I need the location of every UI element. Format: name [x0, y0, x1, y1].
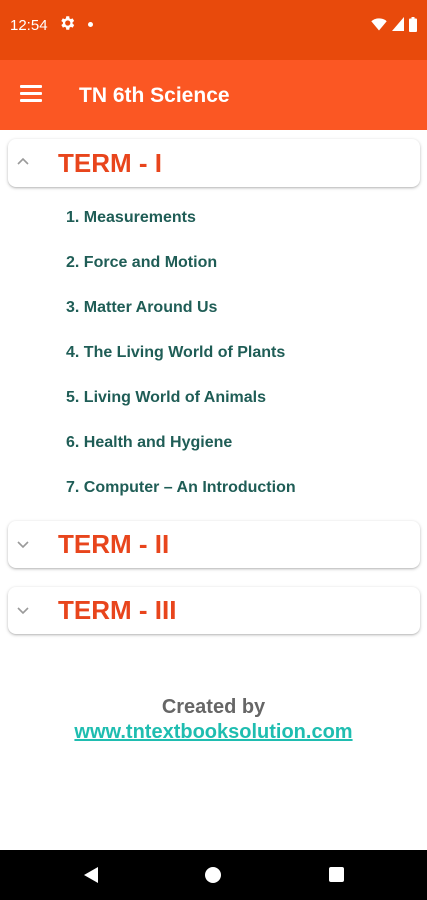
chapter-item[interactable]: 5. Living World of Animals [66, 385, 296, 430]
chevron-down-icon [17, 607, 29, 615]
notification-dot-icon [88, 22, 93, 27]
system-nav-bar [0, 850, 427, 900]
chapter-item[interactable]: 6. Health and Hygiene [66, 430, 296, 475]
back-icon[interactable] [83, 866, 99, 884]
term-3-header[interactable]: TERM - III [8, 587, 420, 634]
chevron-down-icon [17, 541, 29, 549]
status-time: 12:54 [10, 17, 48, 34]
term-2-title: TERM - II [58, 529, 170, 559]
chevron-up-icon [17, 157, 29, 165]
term-1-title: TERM - I [58, 148, 162, 178]
status-indicators [371, 16, 417, 32]
chapter-item[interactable]: 4. The Living World of Plants [66, 340, 296, 385]
chapter-item[interactable]: 2. Force and Motion [66, 250, 296, 295]
app-bar: TN 6th Science [0, 60, 427, 130]
recent-apps-icon[interactable] [329, 867, 344, 882]
home-icon[interactable] [205, 867, 221, 883]
cellular-signal-icon [392, 17, 404, 31]
term-2-header[interactable]: TERM - II [8, 521, 420, 568]
hamburger-menu-icon[interactable] [20, 85, 42, 103]
chapter-item[interactable]: 3. Matter Around Us [66, 295, 296, 340]
chapter-item[interactable]: 7. Computer – An Introduction [66, 475, 296, 520]
settings-gear-icon [61, 16, 75, 30]
app-title: TN 6th Science [79, 84, 230, 107]
term-1-chapter-list: 1. Measurements 2. Force and Motion 3. M… [66, 205, 296, 520]
created-by-label: Created by [161, 696, 266, 718]
term-1-header[interactable]: TERM - I [8, 139, 420, 187]
chapter-item[interactable]: 1. Measurements [66, 205, 296, 250]
website-link[interactable]: www.tntextbooksolution.com [0, 721, 427, 744]
wifi-icon [371, 18, 387, 31]
term-3-title: TERM - III [58, 595, 177, 625]
battery-icon [409, 16, 417, 32]
status-bar: 12:54 [0, 0, 427, 60]
